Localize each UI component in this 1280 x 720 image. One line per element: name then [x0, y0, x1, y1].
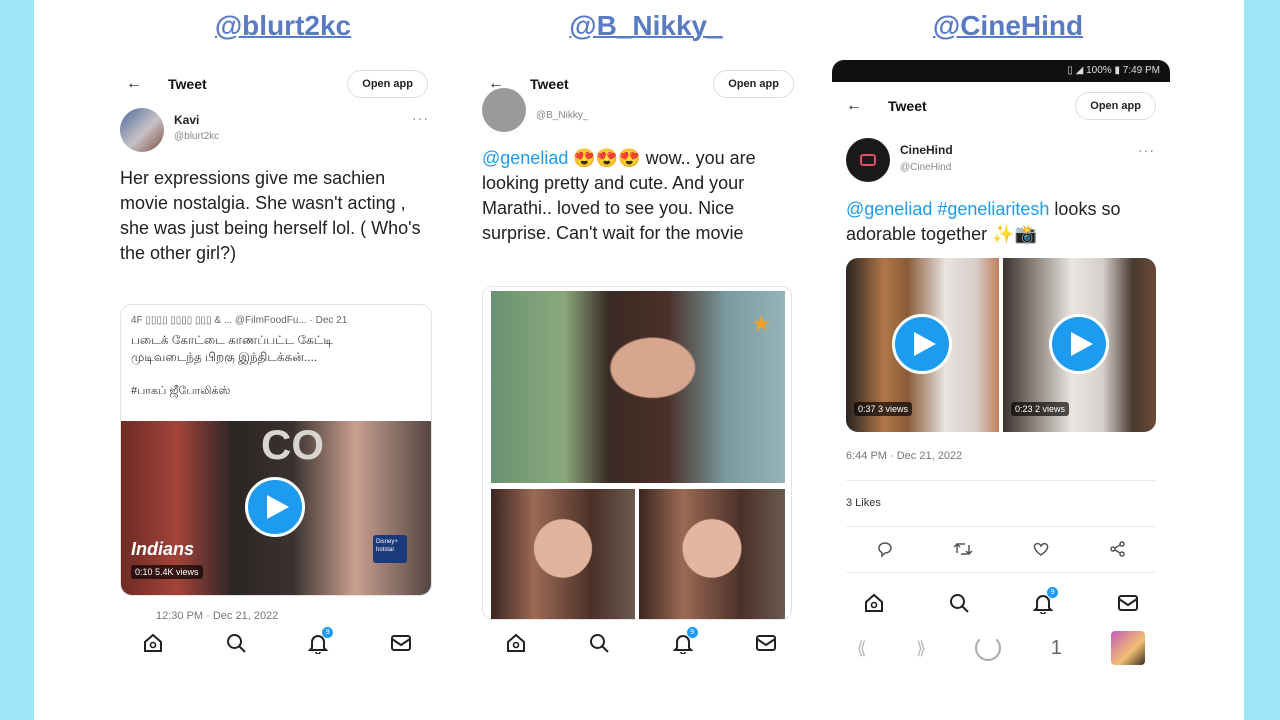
fast-forward-icon[interactable]: ⟫ [916, 638, 926, 659]
bell-icon[interactable]: 9 [672, 627, 698, 655]
more-options-icon[interactable]: ··· [412, 110, 429, 126]
tweet-actions [846, 534, 1156, 564]
quote-video-thumbnail[interactable]: CO Indians 0:10 5.4K views Disney+ hotst… [121, 421, 431, 595]
notification-badge: 9 [1047, 587, 1059, 598]
emoji-hearts: 😍😍😍 [573, 148, 641, 168]
media-video-grid: 0:37 3 views 0:23 2 views [846, 258, 1156, 432]
tweet-topbar: ← Tweet Open app [112, 62, 442, 106]
play-button[interactable] [245, 477, 305, 537]
collage-canvas: @blurt2kc @B_Nikky_ @CineHind ← Tweet Op… [34, 0, 1244, 720]
home-icon[interactable] [142, 632, 164, 654]
play-button[interactable] [892, 314, 952, 374]
cinehind-logo-icon [860, 154, 876, 166]
tweet-topbar: ← Tweet Open app [832, 84, 1170, 128]
page-number: 1 [1050, 636, 1062, 659]
bottom-nav: 9 [474, 620, 808, 666]
quote-header: 4F ▯▯▯▯ ▯▯▯▯ ▯▯▯ & ... @FilmFoodFu... · … [131, 315, 348, 326]
home-icon[interactable] [505, 632, 527, 654]
author-handle: @CineHind [900, 162, 952, 173]
mention-link[interactable]: @geneliad [482, 148, 568, 168]
handle-link-cinehind[interactable]: @CineHind [933, 10, 1083, 42]
share-icon[interactable] [1109, 540, 1127, 558]
divider [846, 526, 1156, 527]
video-views: 3 views [878, 404, 909, 414]
phone-status-bar: ▯ ◢ 100% ▮ 7:49 PM [832, 60, 1170, 82]
play-icon [913, 332, 936, 356]
author-name: Kavi [174, 113, 200, 127]
mail-icon[interactable] [755, 632, 777, 654]
media-image-main[interactable]: ★ [491, 291, 785, 483]
open-app-button[interactable]: Open app [1075, 92, 1156, 120]
video-stats-badge: 0:37 3 views [854, 402, 913, 416]
notification-badge: 9 [322, 627, 334, 638]
bell-icon[interactable]: 9 [1032, 587, 1059, 615]
video-caption: Indians [131, 539, 195, 559]
divider [846, 572, 1156, 573]
open-app-button[interactable]: Open app [713, 70, 794, 98]
loading-spinner-icon [975, 635, 1002, 661]
home-icon[interactable] [863, 592, 885, 614]
video-stats-badge: 0:23 2 views [1011, 402, 1070, 416]
quote-line-3: #பாகப் ஜீபோலிக்ஸ் [131, 385, 231, 397]
quote-line-1: படைக் கோட்டை காணப்பட்ட கேட்டி [131, 333, 333, 347]
video-views: 2 views [1035, 404, 1066, 414]
media-grid: ★ [482, 286, 792, 620]
topbar-title: Tweet [530, 76, 569, 92]
quote-line-2: முடிவடைந்த பிறகு இந்திடக்கன்.... [131, 350, 318, 364]
video-thumbnail-2[interactable]: 0:23 2 views [1003, 258, 1156, 432]
avatar[interactable] [482, 88, 526, 132]
notification-badge: 9 [686, 627, 698, 638]
play-icon [266, 495, 289, 519]
topbar-title: Tweet [168, 76, 207, 92]
mail-icon[interactable] [1117, 592, 1139, 614]
tweet-panel-blurt2kc: ← Tweet Open app Kavi @blurt2kc ··· Her … [112, 60, 442, 685]
tweet-topbar: ← Tweet Open app [474, 62, 808, 106]
open-app-button[interactable]: Open app [347, 70, 428, 98]
back-arrow-icon[interactable]: ← [126, 75, 154, 93]
video-duration: 0:37 [858, 404, 876, 414]
divider [846, 480, 1156, 481]
tweet-text: @geneliad #geneliaritesh looks so adorab… [846, 197, 1156, 247]
retweet-icon[interactable] [952, 540, 973, 558]
reply-icon[interactable] [876, 540, 894, 558]
tweet-text: @geneliad 😍😍😍 wow.. you are looking pret… [482, 146, 794, 246]
tweet-panel-b-nikky: ← Tweet Open app @B_Nikky_ @geneliad 😍😍😍… [474, 60, 808, 685]
likes-count[interactable]: 3 Likes [846, 497, 881, 509]
media-image-2[interactable] [491, 489, 635, 619]
search-icon[interactable] [588, 632, 610, 654]
hotstar-logo: Disney+ hotstar [373, 535, 407, 563]
video-duration: 0:23 [1015, 404, 1033, 414]
video-thumbnail-1[interactable]: 0:37 3 views [846, 258, 999, 432]
handle-link-b-nikky[interactable]: @B_Nikky_ [569, 10, 722, 42]
tweet-text: Her expressions give me sachien movie no… [120, 168, 421, 263]
android-media-nav: ⟪ ⟫ 1 [832, 628, 1170, 668]
mail-icon[interactable] [390, 632, 412, 654]
avatar[interactable] [846, 138, 890, 182]
star-channel-logo: ★ [751, 311, 771, 336]
author-name: CineHind [900, 143, 953, 157]
avatar[interactable] [120, 108, 164, 152]
bottom-nav: 9 [832, 580, 1170, 626]
mention-hashtag-link[interactable]: @geneliad #geneliaritesh [846, 199, 1049, 219]
play-icon [1070, 332, 1093, 356]
search-icon[interactable] [225, 632, 247, 654]
quoted-tweet-card[interactable]: 4F ▯▯▯▯ ▯▯▯▯ ▯▯▯ & ... @FilmFoodFu... · … [120, 304, 432, 596]
tweet-timestamp: 6:44 PM · Dec 21, 2022 [846, 450, 963, 462]
video-stats-badge: 0:10 5.4K views [131, 565, 203, 579]
bell-icon[interactable]: 9 [307, 627, 334, 655]
back-arrow-icon[interactable]: ← [846, 97, 874, 115]
search-icon[interactable] [948, 592, 970, 614]
more-options-icon[interactable]: ··· [1138, 142, 1155, 158]
bottom-nav: 9 [112, 620, 442, 666]
tweet-panel-cinehind: ▯ ◢ 100% ▮ 7:49 PM ← Tweet Open app Cine… [832, 60, 1170, 685]
topbar-title: Tweet [888, 98, 927, 114]
app-thumbnail-avatar[interactable] [1111, 631, 1146, 665]
rewind-icon[interactable]: ⟪ [857, 638, 867, 659]
handle-link-blurt2kc[interactable]: @blurt2kc [215, 10, 351, 42]
author-handle: @B_Nikky_ [536, 110, 589, 121]
play-button[interactable] [1049, 314, 1109, 374]
author-handle: @blurt2kc [174, 131, 220, 142]
like-heart-icon[interactable] [1032, 540, 1050, 558]
media-image-3[interactable] [639, 489, 785, 619]
